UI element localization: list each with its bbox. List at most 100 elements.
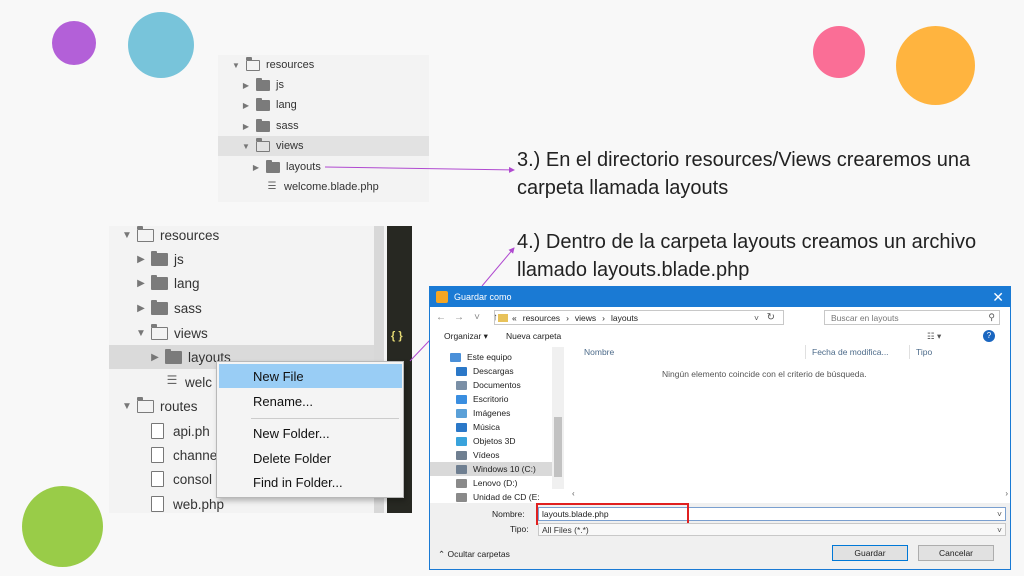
- chevron-down-icon[interactable]: ˅: [754, 313, 759, 323]
- help-icon[interactable]: ?: [983, 330, 995, 342]
- dialog-toolbar: Organizar ▾ Nueva carpeta ☷ ▾ ?: [430, 327, 1010, 345]
- folder-open-icon: [136, 397, 154, 413]
- search-input[interactable]: Buscar en layouts ⚲: [824, 310, 1000, 325]
- dialog-title: Guardar como: [454, 292, 512, 302]
- arrow-to-step-4: [481, 247, 515, 287]
- expanded-arrow-icon[interactable]: ▼: [135, 328, 147, 339]
- tree-item-sass[interactable]: ▶ sass: [218, 116, 429, 136]
- nav-item-label: Imágenes: [473, 408, 511, 418]
- tree-item-resources[interactable]: ▼ resources: [218, 55, 429, 75]
- scroll-right-icon[interactable]: ›: [1005, 489, 1008, 498]
- collapsed-arrow-icon[interactable]: ▶: [240, 81, 252, 90]
- tree-item-js[interactable]: ▶ js: [109, 247, 379, 271]
- menu-item-rename[interactable]: Rename...: [219, 389, 402, 413]
- chevron-down-icon[interactable]: ˅: [997, 525, 1002, 535]
- forward-arrow-icon[interactable]: →: [452, 312, 466, 323]
- nav-scrollbar[interactable]: [552, 347, 564, 489]
- expanded-arrow-icon[interactable]: ▼: [240, 142, 252, 151]
- view-options-icon[interactable]: ☷ ▾: [927, 331, 941, 342]
- file-type-select[interactable]: All Files (*.*) ˅: [538, 523, 1006, 536]
- menu-item-find-in-folder[interactable]: Find in Folder...: [219, 470, 402, 494]
- download-icon: [456, 366, 467, 376]
- decorative-dot-blue: [128, 12, 194, 78]
- expanded-arrow-icon[interactable]: ▼: [121, 401, 133, 412]
- column-header-type[interactable]: Tipo: [910, 345, 1010, 359]
- scroll-left-icon[interactable]: ‹: [572, 489, 575, 498]
- tree-item-label: resources: [160, 227, 220, 243]
- file-icon: [151, 447, 164, 463]
- horizontal-scrollbar[interactable]: ‹ ›: [566, 489, 1010, 501]
- nav-item-3d-objects[interactable]: Objetos 3D: [430, 434, 552, 448]
- nav-item-this-pc[interactable]: Este equipo: [430, 350, 552, 364]
- tree-item-label: welc: [185, 374, 213, 390]
- save-as-dialog: Guardar como ✕ ← → ˅ ↑ « resources › vie…: [429, 286, 1011, 570]
- close-icon[interactable]: ✕: [992, 289, 1004, 306]
- context-menu: New File Rename... New Folder... Delete …: [216, 361, 404, 498]
- desktop-icon: [456, 394, 467, 404]
- tree-item-welcome[interactable]: ☰ welcome.blade.php: [218, 177, 429, 197]
- dialog-footer: Nombre: layouts.blade.php ˅ Tipo: All Fi…: [430, 503, 1010, 569]
- collapsed-arrow-icon[interactable]: ▶: [135, 254, 147, 265]
- breadcrumb-separator: ›: [602, 312, 606, 323]
- nav-item-desktop[interactable]: Escritorio: [430, 392, 552, 406]
- breadcrumb-resources[interactable]: resources: [523, 313, 560, 323]
- scrollbar-thumb[interactable]: [554, 417, 562, 477]
- menu-item-new-file[interactable]: New File: [219, 364, 402, 388]
- tree-item-views[interactable]: ▼ views: [109, 321, 379, 345]
- nav-item-downloads[interactable]: Descargas: [430, 364, 552, 378]
- text-file-icon: ☰: [166, 373, 178, 387]
- collapsed-arrow-icon[interactable]: ▶: [240, 122, 252, 131]
- nav-item-label: Objetos 3D: [473, 436, 516, 446]
- tree-item-lang[interactable]: ▶ lang: [109, 271, 379, 295]
- nav-item-music[interactable]: Música: [430, 420, 552, 434]
- folder-icon: [498, 313, 508, 322]
- collapsed-arrow-icon[interactable]: ▶: [135, 303, 147, 314]
- menu-item-new-folder[interactable]: New Folder...: [219, 421, 402, 445]
- address-bar[interactable]: « resources › views › layouts ˅ ↻: [494, 310, 784, 325]
- column-header-name[interactable]: Nombre: [578, 345, 806, 359]
- expanded-arrow-icon[interactable]: ▼: [230, 61, 242, 70]
- nav-item-drive-c[interactable]: Windows 10 (C:): [430, 462, 552, 476]
- nav-item-pictures[interactable]: Imágenes: [430, 406, 552, 420]
- new-folder-button[interactable]: Nueva carpeta: [506, 331, 561, 341]
- column-header-date[interactable]: Fecha de modifica...: [806, 345, 910, 359]
- collapsed-arrow-icon[interactable]: ▶: [250, 163, 262, 172]
- dialog-titlebar[interactable]: Guardar como ✕: [430, 287, 1010, 307]
- tree-item-lang[interactable]: ▶ lang: [218, 95, 429, 115]
- tree-item-views[interactable]: ▼ views: [218, 136, 429, 156]
- hide-folders-button[interactable]: ⌃ Ocultar carpetas: [438, 549, 510, 560]
- video-icon: [456, 450, 467, 460]
- decorative-dot-orange: [896, 26, 975, 105]
- collapsed-arrow-icon[interactable]: ▶: [135, 278, 147, 289]
- nav-item-label: Vídeos: [473, 450, 500, 460]
- save-button[interactable]: Guardar: [832, 545, 908, 561]
- refresh-icon[interactable]: ↻: [767, 312, 775, 323]
- menu-item-delete-folder[interactable]: Delete Folder: [219, 446, 402, 470]
- collapsed-arrow-icon[interactable]: ▶: [149, 352, 161, 363]
- type-label: Tipo:: [510, 524, 529, 534]
- cancel-button[interactable]: Cancelar: [918, 545, 994, 561]
- nav-item-videos[interactable]: Vídeos: [430, 448, 552, 462]
- breadcrumb-layouts[interactable]: layouts: [611, 313, 638, 323]
- tree-item-label: web.php: [173, 496, 225, 512]
- nav-item-cd-drive[interactable]: Unidad de CD (E:: [430, 490, 552, 503]
- organize-button[interactable]: Organizar ▾: [444, 331, 488, 342]
- back-arrow-icon[interactable]: ←: [434, 312, 448, 323]
- collapsed-arrow-icon[interactable]: ▶: [240, 101, 252, 110]
- tree-item-sass[interactable]: ▶ sass: [109, 296, 379, 320]
- tree-item-label: channe: [173, 447, 218, 463]
- breadcrumb-views[interactable]: views: [575, 313, 596, 323]
- chevron-down-icon[interactable]: ˅: [470, 312, 484, 323]
- hide-folders-label: Ocultar carpetas: [447, 549, 510, 559]
- tree-item-layouts[interactable]: ▶ layouts: [218, 157, 429, 177]
- document-icon: [456, 380, 467, 390]
- nav-item-drive-d[interactable]: Lenovo (D:): [430, 476, 552, 490]
- nav-item-label: Windows 10 (C:): [473, 464, 536, 474]
- tree-item-js[interactable]: ▶ js: [218, 75, 429, 95]
- chevron-down-icon[interactable]: ˅: [997, 509, 1002, 519]
- folder-open-icon: [245, 57, 260, 71]
- tree-item-resources[interactable]: ▼ resources: [109, 226, 379, 247]
- breadcrumb-overflow[interactable]: «: [512, 313, 517, 323]
- nav-item-documents[interactable]: Documentos: [430, 378, 552, 392]
- expanded-arrow-icon[interactable]: ▼: [121, 230, 133, 241]
